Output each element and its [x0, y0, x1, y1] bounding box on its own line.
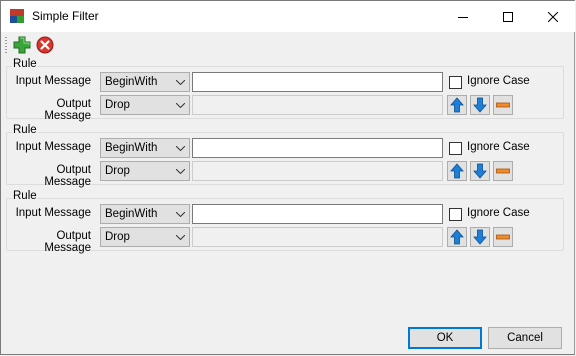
input-message-field[interactable] [192, 138, 443, 158]
toolbar-grip[interactable] [5, 37, 7, 53]
cancel-button[interactable]: Cancel [488, 327, 562, 349]
chevron-down-icon [176, 212, 185, 217]
arrow-up-icon [450, 229, 464, 245]
ignore-case-checkbox[interactable] [449, 142, 462, 155]
input-message-field[interactable] [192, 204, 443, 224]
move-up-button[interactable] [447, 227, 467, 247]
chevron-down-icon [176, 169, 185, 174]
delete-rule-button[interactable] [493, 161, 513, 181]
delete-rule-button[interactable] [493, 227, 513, 247]
minimize-icon [457, 16, 468, 18]
output-message-label: Output Message [44, 230, 91, 254]
arrow-down-icon [473, 97, 487, 113]
output-message-field [192, 161, 443, 181]
ignore-case-checkbox[interactable] [449, 76, 462, 89]
output-message-field [192, 227, 443, 247]
dialog-window: Simple Filter Rule Input Message BeginWi… [0, 0, 575, 355]
chevron-down-icon [176, 146, 185, 151]
arrow-down-icon [473, 229, 487, 245]
chevron-down-icon [176, 80, 185, 85]
ignore-case-label[interactable]: Ignore Case [467, 75, 530, 87]
input-message-label: Input Message [15, 141, 91, 153]
add-rule-icon[interactable] [13, 36, 31, 54]
arrow-down-icon [473, 163, 487, 179]
minus-icon [496, 102, 510, 108]
output-mode-select[interactable]: Drop [100, 95, 190, 115]
rule-group: Rule Input Message BeginWith Ignore Case… [6, 58, 564, 122]
close-button[interactable] [530, 1, 575, 32]
toolbar [1, 33, 575, 57]
output-mode-select[interactable]: Drop [100, 227, 190, 247]
window-title: Simple Filter [32, 9, 99, 23]
arrow-up-icon [450, 97, 464, 113]
app-icon [10, 9, 24, 23]
delete-rule-button[interactable] [493, 95, 513, 115]
input-mode-select[interactable]: BeginWith [100, 138, 190, 158]
rule-group: Rule Input Message BeginWith Ignore Case… [6, 124, 564, 188]
move-down-button[interactable] [470, 161, 490, 181]
chevron-down-icon [176, 103, 185, 108]
ignore-case-label[interactable]: Ignore Case [467, 141, 530, 153]
rule-caption: Rule [12, 58, 38, 70]
input-message-field[interactable] [192, 72, 443, 92]
input-mode-select[interactable]: BeginWith [100, 204, 190, 224]
input-mode-select[interactable]: BeginWith [100, 72, 190, 92]
close-icon [547, 11, 558, 22]
minimize-button[interactable] [440, 1, 485, 32]
move-down-button[interactable] [470, 95, 490, 115]
output-message-label: Output Message [44, 98, 91, 122]
maximize-button[interactable] [485, 1, 530, 32]
output-message-label: Output Message [44, 164, 91, 188]
output-message-field [192, 95, 443, 115]
remove-rule-icon[interactable] [36, 36, 54, 54]
maximize-icon [502, 11, 513, 22]
output-mode-select[interactable]: Drop [100, 161, 190, 181]
minus-icon [496, 168, 510, 174]
rule-caption: Rule [12, 190, 38, 202]
arrow-up-icon [450, 163, 464, 179]
minus-icon [496, 234, 510, 240]
input-message-label: Input Message [15, 207, 91, 219]
move-down-button[interactable] [470, 227, 490, 247]
chevron-down-icon [176, 235, 185, 240]
ignore-case-checkbox[interactable] [449, 208, 462, 221]
input-message-label: Input Message [15, 75, 91, 87]
rule-caption: Rule [12, 124, 38, 136]
move-up-button[interactable] [447, 161, 467, 181]
ignore-case-label[interactable]: Ignore Case [467, 207, 530, 219]
move-up-button[interactable] [447, 95, 467, 115]
rule-group: Rule Input Message BeginWith Ignore Case… [6, 190, 564, 254]
title-bar[interactable]: Simple Filter [1, 1, 575, 32]
ok-button[interactable]: OK [408, 327, 482, 349]
